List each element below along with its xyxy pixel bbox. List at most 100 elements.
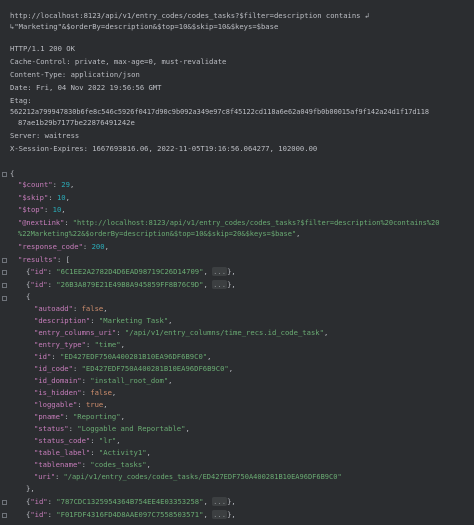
session-expires-text: X-Session-Expires: 1667693816.06, 2022-1… <box>10 144 318 153</box>
collapsed-1-value: "6C1EE2A2782D4D6EAD98719C26D14709" <box>56 267 204 276</box>
response-code-value: 200 <box>91 242 105 251</box>
tablename-value: "codes_tasks" <box>90 460 147 469</box>
open-brace-text: { <box>10 169 15 178</box>
skip-value: 10 <box>56 193 66 202</box>
results-open-bracket: [ <box>65 255 70 264</box>
collapsed-result-4[interactable]: {"id": "F01FDF4316FD4D8AAE097C7558503571… <box>26 510 236 521</box>
fold-toggle-icon[interactable] <box>2 296 7 301</box>
json-count-line: "$count": 29, <box>18 180 75 189</box>
collapsed-3-value: "787CDC1325954364B754EE4E03353258" <box>56 497 204 506</box>
etag-value-text-1: 562212a799947830b6fe8c546c5926f0417d90c9… <box>10 108 429 116</box>
tablename-key: "tablename" <box>34 460 82 469</box>
uri-key: "uri" <box>34 473 56 481</box>
description-key: "description" <box>34 316 91 325</box>
content-type-text: Content-Type: application/json <box>10 70 140 79</box>
table-label-value: "Activity1" <box>98 448 147 457</box>
json-skip-line: "$skip": 10, <box>18 193 70 202</box>
etag-label-text: Etag: <box>10 96 32 105</box>
date-text: Date: Fri, 04 Nov 2022 19:56:56 GMT <box>10 83 162 92</box>
status-text: HTTP/1.1 200 OK <box>10 44 75 53</box>
nextlink-key: "@nextLink" <box>18 219 65 227</box>
expanded-result-close: }, <box>26 484 35 495</box>
loggable-value: true <box>85 400 104 409</box>
status-code-key: "status_code" <box>34 436 91 445</box>
nextlink-value-2[interactable]: %22Marketing%22&$orderBy=description&$to… <box>18 230 296 238</box>
request-url-line-1[interactable]: http://localhost:8123/api/v1/entry_codes… <box>10 11 369 22</box>
collapsed-result-1[interactable]: {"id": "6C1EE2A2782D4D6EAD98719C26D14709… <box>26 267 236 278</box>
field-id-domain: "id_domain": "install_root_dom", <box>34 376 173 385</box>
server-header: Server: waitress <box>10 131 79 142</box>
request-url-text-2: ↳"Marketing"&$orderBy=description&$top=1… <box>10 22 279 31</box>
entry-columns-uri-value[interactable]: "/api/v1/entry_columns/time_recs.id_code… <box>125 328 324 337</box>
status-key: "status" <box>34 424 69 433</box>
entry-type-value: "time" <box>94 340 121 349</box>
etag-value-line-1: 562212a799947830b6fe8c546c5926f0417d90c9… <box>10 107 429 118</box>
results-key: "results" <box>18 255 57 264</box>
is-hidden-key: "is_hidden" <box>34 388 82 397</box>
id-code-value: "ED427EDF750A400281B10EA96DF6B9C0" <box>81 364 229 373</box>
close-object-text: }, <box>26 484 35 493</box>
json-results-line: "results": [ <box>18 255 70 264</box>
field-tablename: "tablename": "codes_tasks", <box>34 460 151 469</box>
collapsed-2-ellipsis[interactable]: ... <box>212 280 228 289</box>
entry-type-key: "entry_type" <box>34 340 86 349</box>
fold-toggle-icon[interactable] <box>2 258 7 263</box>
collapsed-1-ellipsis[interactable]: ... <box>212 267 228 276</box>
json-open-brace: { <box>10 169 14 180</box>
json-nextlink-line-2[interactable]: %22Marketing%22&$orderBy=description&$to… <box>18 229 300 240</box>
collapsed-result-3[interactable]: {"id": "787CDC1325954364B754EE4E03353258… <box>26 497 236 508</box>
collapsed-3-ellipsis[interactable]: ... <box>212 497 228 506</box>
status-code-value: "lr" <box>98 436 117 445</box>
collapsed-4-value: "F01FDF4316FD4D8AAE097C7558503571" <box>56 510 204 519</box>
expanded-result-open: { <box>26 292 31 301</box>
date-header: Date: Fri, 04 Nov 2022 19:56:56 GMT <box>10 83 161 94</box>
field-entry-type: "entry_type": "time", <box>34 340 125 349</box>
vertical-scrollbar[interactable] <box>468 0 474 525</box>
uri-value[interactable]: "/api/v1/entry_codes/codes_tasks/ED427ED… <box>64 473 342 481</box>
collapsed-3-key: "id" <box>30 497 48 506</box>
is-hidden-value: false <box>90 388 112 397</box>
response-code-key: "response_code" <box>18 242 83 251</box>
status-line: HTTP/1.1 200 OK <box>10 44 75 55</box>
field-autoadd: "autoadd": false, <box>34 304 108 313</box>
field-entry-columns-uri: "entry_columns_uri": "/api/v1/entry_colu… <box>34 328 329 337</box>
server-text: Server: waitress <box>10 131 80 140</box>
json-response-code-line: "response_code": 200, <box>18 242 109 251</box>
collapsed-4-ellipsis[interactable]: ... <box>212 510 228 519</box>
etag-header-label: Etag: <box>10 96 32 107</box>
collapsed-2-key: "id" <box>30 280 48 289</box>
session-expires-header: X-Session-Expires: 1667693816.06, 2022-1… <box>10 144 317 155</box>
collapsed-4-key: "id" <box>30 510 48 519</box>
count-value: 29 <box>61 180 70 189</box>
top-value: 10 <box>52 205 62 214</box>
field-table-label: "table_label": "Activity1", <box>34 448 151 457</box>
expand-toggle-icon[interactable] <box>2 513 7 518</box>
expand-toggle-icon[interactable] <box>2 500 7 505</box>
id-key: "id" <box>34 352 52 361</box>
expand-toggle-icon[interactable] <box>2 283 7 288</box>
field-uri: "uri": "/api/v1/entry_codes/codes_tasks/… <box>34 473 342 481</box>
pname-value: "Reporting" <box>72 412 121 421</box>
field-id-code: "id_code": "ED427EDF750A400281B10EA96DF6… <box>34 364 234 373</box>
json-nextlink-line-1[interactable]: "@nextLink": "http://localhost:8123/api/… <box>18 218 439 229</box>
collapsed-2-value: "26B3A879E21E49B8A945859FF8B76C9D" <box>56 280 204 289</box>
autoadd-value: false <box>81 304 104 313</box>
description-value: "Marketing Task" <box>98 316 169 325</box>
fold-toggle-icon[interactable] <box>2 172 7 177</box>
content-type-header: Content-Type: application/json <box>10 70 140 81</box>
request-url-line-2[interactable]: ↳"Marketing"&$orderBy=description&$top=1… <box>10 22 278 33</box>
skip-key: "$skip" <box>18 193 49 202</box>
nextlink-value-1[interactable]: "http://localhost:8123/api/v1/entry_code… <box>73 219 440 227</box>
http-response-editor[interactable]: http://localhost:8123/api/v1/entry_codes… <box>0 0 474 525</box>
field-pname: "pname": "Reporting", <box>34 412 125 421</box>
etag-value-text-2: 87ae1b29b7177be22876491242e <box>18 118 135 127</box>
id-domain-key: "id_domain" <box>34 376 82 385</box>
id-domain-value: "install_root_dom" <box>90 376 169 385</box>
top-key: "$top" <box>18 205 44 214</box>
status-value: "Loggable and Reportable" <box>77 424 186 433</box>
collapsed-result-2[interactable]: {"id": "26B3A879E21E49B8A945859FF8B76C9D… <box>26 280 236 291</box>
pname-key: "pname" <box>34 412 65 421</box>
field-id: "id": "ED427EDF750A400281B10EA96DF6B9C0"… <box>34 352 212 361</box>
cache-control-header: Cache-Control: private, max-age=0, must-… <box>10 57 226 68</box>
expand-toggle-icon[interactable] <box>2 270 7 275</box>
